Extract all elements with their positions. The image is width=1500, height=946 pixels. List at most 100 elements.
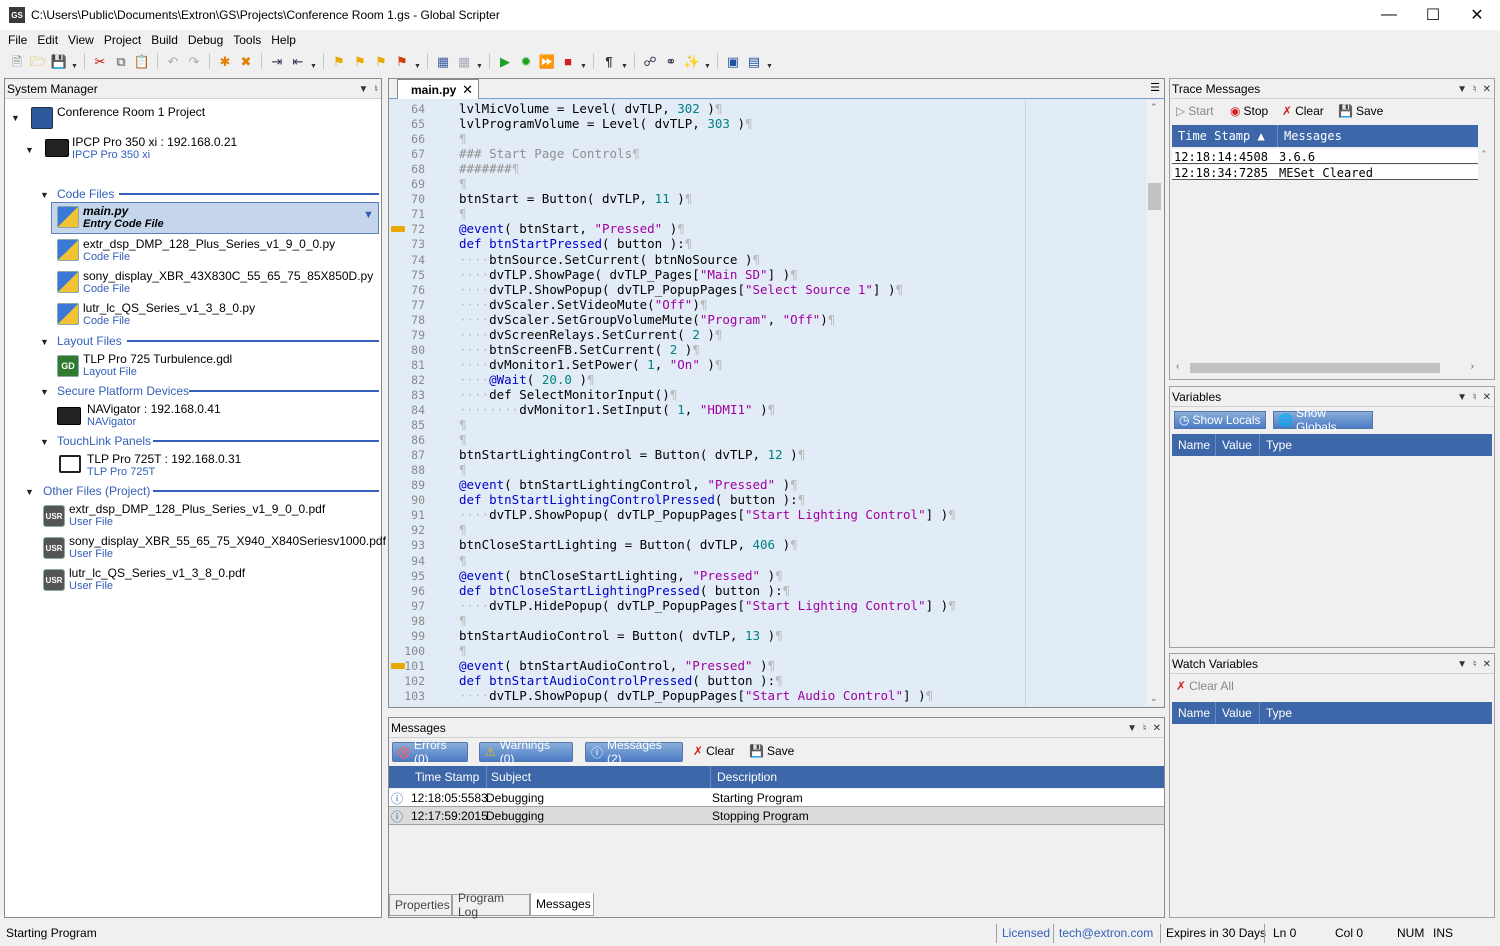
- code-line[interactable]: ¶: [459, 176, 467, 191]
- show-globals-button[interactable]: 🌐 Show Globals: [1273, 406, 1373, 434]
- code-line[interactable]: ····dvTLP.ShowPopup( dvTLP_PopupPages["S…: [459, 507, 956, 522]
- column-description[interactable]: Description: [717, 770, 777, 784]
- menu-tools[interactable]: Tools: [228, 30, 266, 50]
- code-line[interactable]: def btnCloseStartLightingPressed( button…: [459, 583, 790, 598]
- column-messages[interactable]: Messages: [1284, 129, 1342, 143]
- step-icon[interactable]: ⏩: [538, 52, 556, 70]
- close-panel-icon[interactable]: ✕: [1153, 723, 1161, 734]
- code-line[interactable]: ¶: [459, 553, 467, 568]
- trace-stop-button[interactable]: ◉ Stop: [1230, 104, 1268, 118]
- code-line[interactable]: def btnStartAudioControlPressed( button …: [459, 673, 783, 688]
- code-line[interactable]: ¶: [459, 432, 467, 447]
- column-value[interactable]: Value: [1222, 706, 1252, 720]
- trace-clear-button[interactable]: ✗ Clear: [1282, 104, 1324, 118]
- column-subject[interactable]: Subject: [491, 770, 531, 784]
- table-row[interactable]: 12:18:14:4508 3.6.6: [1172, 149, 1478, 164]
- code-line[interactable]: ¶: [459, 643, 467, 658]
- code-line[interactable]: @event( btnStartAudioControl, "Pressed" …: [459, 658, 775, 673]
- horizontal-scrollbar[interactable]: ‹ ›: [1172, 361, 1478, 375]
- code-line[interactable]: ¶: [459, 206, 467, 221]
- tab-program-log[interactable]: Program Log: [452, 891, 530, 919]
- collapse-arrow-icon[interactable]: ▼: [40, 387, 49, 397]
- deploy-icon[interactable]: ▦: [455, 52, 473, 70]
- code-files-section[interactable]: Code Files: [57, 187, 114, 201]
- collapse-arrow-icon[interactable]: ▼: [40, 437, 49, 447]
- code-line[interactable]: @event( btnStart, "Pressed" )¶: [459, 221, 685, 236]
- prev-bookmark-icon[interactable]: ⚑: [351, 52, 369, 70]
- code-file-item[interactable]: lutr_lc_QS_Series_v1_3_8_0.py Code File: [83, 301, 255, 327]
- code-line[interactable]: ········dvMonitor1.SetInput( 1, "HDMI1" …: [459, 402, 775, 417]
- code-line[interactable]: ····dvMonitor1.SetPower( 1, "On" )¶: [459, 357, 722, 372]
- user-file-item[interactable]: sony_display_XBR_55_65_75_X940_X840Serie…: [69, 534, 386, 560]
- column-type[interactable]: Type: [1266, 706, 1292, 720]
- panel-menu-icon[interactable]: ▼: [1457, 659, 1467, 670]
- indent-icon[interactable]: ⇥: [268, 52, 286, 70]
- build-dropdown-icon[interactable]: ▼: [476, 63, 483, 70]
- controller-node[interactable]: IPCP Pro 350 xi : 192.168.0.21 IPCP Pro …: [72, 135, 237, 161]
- code-area[interactable]: 64 lvlMicVolume = Level( dvTLP, 302 )¶ 65 l…: [389, 100, 1145, 706]
- column-type[interactable]: Type: [1266, 438, 1292, 452]
- code-line[interactable]: ### Start Page Controls¶: [459, 146, 640, 161]
- table-row[interactable]: ⓘ 12:17:59:2015 Debugging Stopping Progr…: [389, 807, 1164, 825]
- collapse-arrow-icon[interactable]: ▼: [40, 337, 49, 347]
- bookmark-marker-icon[interactable]: [391, 662, 405, 669]
- code-line[interactable]: ¶: [459, 613, 467, 628]
- code-line[interactable]: ····btnSource.SetCurrent( btnNoSource )¶: [459, 252, 760, 267]
- user-file-item[interactable]: lutr_lc_QS_Series_v1_3_8_0.pdf User File: [69, 566, 245, 592]
- view-dropdown-icon[interactable]: ▼: [621, 63, 628, 70]
- code-line[interactable]: ····@Wait( 20.0 )¶: [459, 372, 595, 387]
- collapse-arrow-icon[interactable]: ▼: [40, 190, 49, 200]
- close-panel-icon[interactable]: ✕: [1483, 84, 1491, 95]
- code-line[interactable]: ····btnScreenFB.SetCurrent( 2 )¶: [459, 342, 700, 357]
- panel-menu-icon[interactable]: ▼: [359, 84, 369, 95]
- file-menu-icon[interactable]: ▼: [363, 209, 374, 221]
- pin-icon[interactable]: ♮: [374, 84, 378, 95]
- touch-panel-item[interactable]: TLP Pro 725T : 192.168.0.31 TLP Pro 725T: [87, 452, 241, 478]
- show-locals-button[interactable]: ◷ Show Locals: [1174, 411, 1266, 429]
- code-line[interactable]: #######¶: [459, 161, 519, 176]
- collapse-arrow-icon[interactable]: ▼: [11, 113, 20, 123]
- run-icon[interactable]: ▶: [496, 52, 514, 70]
- open-folder-icon[interactable]: 🗁: [29, 52, 47, 70]
- messages-clear-button[interactable]: ✗ Clear: [693, 744, 735, 758]
- pin-icon[interactable]: ♮: [1473, 659, 1477, 670]
- scroll-left-icon[interactable]: ‹: [1176, 361, 1179, 372]
- monitor-icon[interactable]: ▣: [724, 52, 742, 70]
- code-line[interactable]: ¶: [459, 522, 467, 537]
- scroll-up-icon[interactable]: ⌃: [1150, 102, 1158, 113]
- code-line[interactable]: ¶: [459, 131, 467, 146]
- pin-icon[interactable]: ♮: [1473, 392, 1477, 403]
- code-line[interactable]: ····dvScaler.SetGroupVolumeMute("Program…: [459, 312, 835, 327]
- code-line[interactable]: ····def SelectMonitorInput()¶: [459, 387, 677, 402]
- code-line[interactable]: @event( btnCloseStartLighting, "Pressed"…: [459, 568, 783, 583]
- close-tab-icon[interactable]: ✕: [462, 82, 473, 98]
- column-value[interactable]: Value: [1222, 438, 1252, 452]
- column-timestamp[interactable]: Time Stamp: [415, 770, 479, 784]
- scroll-down-icon[interactable]: ⌄: [1150, 693, 1158, 704]
- save-icon[interactable]: 💾: [50, 52, 68, 70]
- copy-icon[interactable]: ⧉: [112, 52, 130, 70]
- messages-save-button[interactable]: 💾 Save: [749, 744, 794, 758]
- debug-icon[interactable]: ✹: [517, 52, 535, 70]
- tab-properties[interactable]: Properties: [389, 894, 452, 916]
- other-files-section[interactable]: Other Files (Project): [43, 484, 150, 498]
- connect-icon[interactable]: ⚭: [662, 52, 680, 70]
- code-file-item[interactable]: extr_dsp_DMP_128_Plus_Series_v1_9_0_0.py…: [83, 237, 335, 263]
- maximize-button[interactable]: ☐: [1410, 0, 1456, 30]
- pin-icon[interactable]: ♮: [1473, 84, 1477, 95]
- code-line[interactable]: ····dvScreenRelays.SetCurrent( 2 )¶: [459, 327, 722, 342]
- close-panel-icon[interactable]: ✕: [1483, 659, 1491, 670]
- code-line[interactable]: ····dvTLP.ShowPopup( dvTLP_PopupPages["S…: [459, 282, 903, 297]
- tools-dropdown-icon[interactable]: ▼: [704, 63, 711, 70]
- close-panel-icon[interactable]: ✕: [1483, 392, 1491, 403]
- run-dropdown-icon[interactable]: ▼: [580, 63, 587, 70]
- panel-menu-icon[interactable]: ▼: [1127, 723, 1137, 734]
- trace-start-button[interactable]: ▷ Start: [1176, 104, 1214, 118]
- collapse-arrow-icon[interactable]: ▼: [25, 487, 34, 497]
- project-node[interactable]: Conference Room 1 Project: [57, 105, 205, 119]
- code-line[interactable]: btnStart = Button( dvTLP, 11 )¶: [459, 191, 692, 206]
- network-icon[interactable]: ☍: [641, 52, 659, 70]
- code-line[interactable]: btnStartLightingControl = Button( dvTLP,…: [459, 447, 805, 462]
- code-line[interactable]: btnCloseStartLighting = Button( dvTLP, 4…: [459, 537, 798, 552]
- code-line[interactable]: ····dvTLP.HidePopup( dvTLP_PopupPages["S…: [459, 598, 956, 613]
